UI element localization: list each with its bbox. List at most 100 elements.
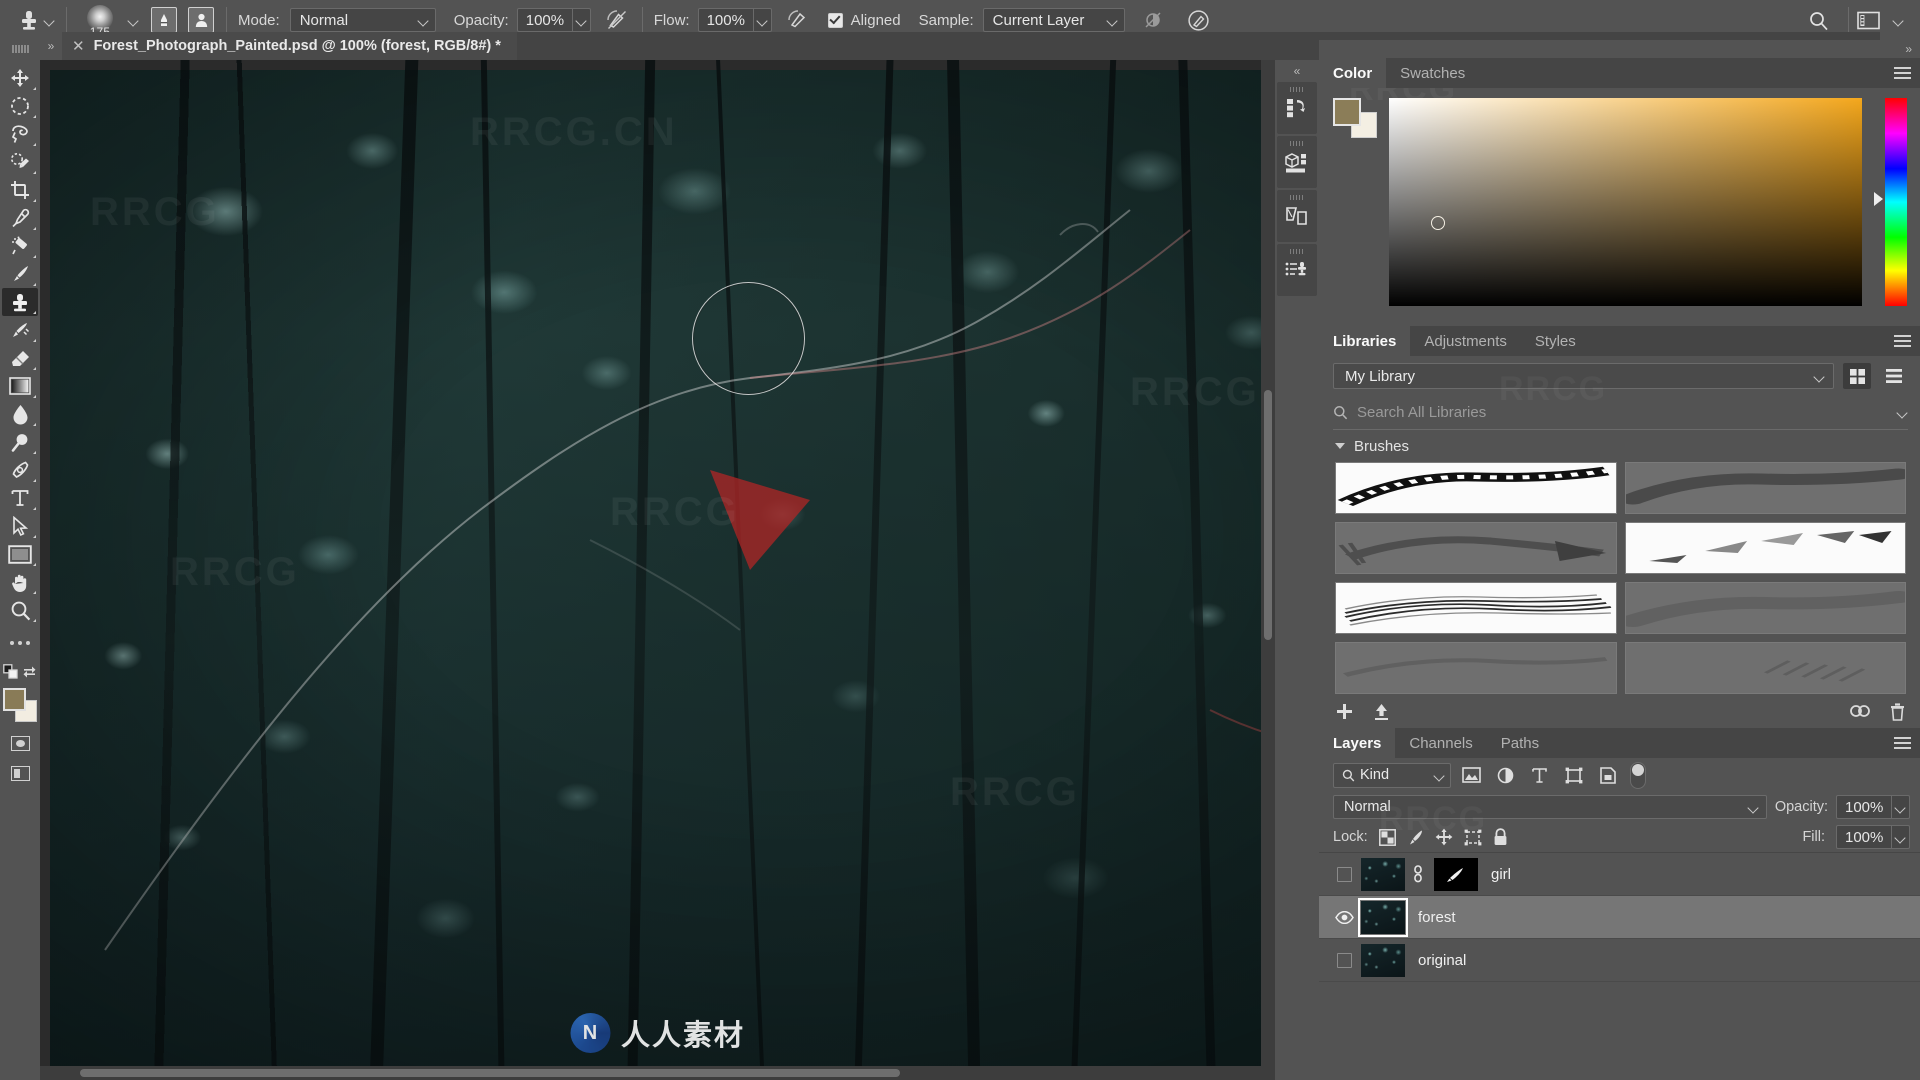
brush-thumb-3[interactable] bbox=[1335, 522, 1617, 574]
table-row[interactable]: original bbox=[1319, 939, 1920, 982]
collapse-panels-icon[interactable]: « bbox=[1275, 60, 1319, 82]
library-select[interactable]: My Library bbox=[1333, 363, 1834, 389]
dodge-tool[interactable] bbox=[2, 428, 38, 456]
brush-settings-panel-button[interactable] bbox=[150, 6, 178, 34]
tab-styles[interactable]: Styles bbox=[1520, 326, 1590, 356]
color-field[interactable] bbox=[1389, 98, 1862, 306]
hue-slider[interactable] bbox=[1874, 98, 1908, 306]
hand-tool[interactable] bbox=[2, 568, 38, 596]
link-layers-icon[interactable] bbox=[1410, 865, 1426, 883]
eraser-tool[interactable] bbox=[2, 344, 38, 372]
layer-visibility-toggle[interactable] bbox=[1327, 952, 1361, 968]
panel-menu-icon[interactable] bbox=[1894, 737, 1911, 749]
history-brush-tool[interactable] bbox=[2, 316, 38, 344]
flow-chevron-down-icon[interactable] bbox=[752, 9, 771, 31]
tab-channels[interactable]: Channels bbox=[1395, 728, 1487, 758]
tab-layers[interactable]: Layers bbox=[1319, 728, 1396, 758]
clone-source-panel-button[interactable] bbox=[1277, 244, 1317, 296]
hue-slider-handle[interactable] bbox=[1874, 192, 1883, 206]
vertical-scrollbar[interactable] bbox=[1261, 60, 1275, 1080]
history-panel-button[interactable] bbox=[1277, 82, 1317, 134]
document-tab[interactable]: ✕ Forest_Photograph_Painted.psd @ 100% (… bbox=[62, 32, 517, 60]
opacity-chevron-down-icon[interactable] bbox=[572, 9, 590, 31]
sample-select[interactable]: Current Layer bbox=[982, 8, 1125, 32]
filter-smart-object-icon[interactable] bbox=[1594, 763, 1621, 788]
close-icon[interactable]: ✕ bbox=[72, 37, 85, 55]
add-content-icon[interactable] bbox=[1335, 702, 1354, 721]
3d-panel-button[interactable] bbox=[1277, 136, 1317, 188]
airbrush-icon[interactable] bbox=[784, 6, 812, 34]
share-link-icon[interactable] bbox=[1849, 702, 1871, 720]
active-tool-icon[interactable] bbox=[14, 6, 44, 34]
brushes-section-header[interactable]: Brushes bbox=[1319, 430, 1920, 462]
foreground-background-color-swatches[interactable] bbox=[3, 688, 37, 722]
filter-pixel-icon[interactable] bbox=[1458, 763, 1485, 788]
elliptical-marquee-tool[interactable] bbox=[2, 92, 38, 120]
layer-visibility-toggle[interactable] bbox=[1327, 866, 1361, 882]
layer-thumbnail[interactable] bbox=[1358, 897, 1408, 937]
workspace-switcher-icon[interactable] bbox=[1855, 6, 1883, 34]
layer-name[interactable]: original bbox=[1418, 952, 1466, 969]
eyedropper-tool[interactable] bbox=[2, 204, 38, 232]
libraries-search-row[interactable]: Search All Libraries bbox=[1333, 396, 1908, 430]
brush-thumb-1[interactable] bbox=[1335, 462, 1617, 514]
filter-type-icon[interactable] bbox=[1526, 763, 1553, 788]
color-picker-marker[interactable] bbox=[1431, 216, 1445, 230]
filter-adjustment-icon[interactable] bbox=[1492, 763, 1519, 788]
layer-thumbnail[interactable] bbox=[1361, 857, 1405, 891]
pen-tool[interactable] bbox=[2, 456, 38, 484]
rectangle-tool[interactable] bbox=[2, 540, 38, 568]
layer-visibility-toggle[interactable] bbox=[1327, 910, 1361, 924]
canvas-area[interactable]: RRCG RRCG.CN RRCG RRCG RRCG RRCG N 人人素材 bbox=[40, 60, 1275, 1080]
foreground-color-swatch[interactable] bbox=[1333, 98, 1361, 126]
tab-color[interactable]: Color bbox=[1319, 58, 1387, 88]
brush-thumb-4[interactable] bbox=[1624, 522, 1906, 574]
quick-selection-tool[interactable] bbox=[2, 148, 38, 176]
pressure-opacity-icon[interactable] bbox=[603, 6, 631, 34]
filter-shape-icon[interactable] bbox=[1560, 763, 1587, 788]
brush-thumb-8[interactable] bbox=[1624, 642, 1906, 694]
ignore-adjustment-layers-icon[interactable] bbox=[1139, 6, 1167, 34]
upload-icon[interactable] bbox=[1372, 702, 1391, 721]
layer-name[interactable]: girl bbox=[1491, 866, 1511, 883]
brush-thumb-2[interactable] bbox=[1624, 462, 1906, 514]
opacity-input[interactable]: 100% bbox=[516, 8, 591, 32]
lasso-tool[interactable] bbox=[2, 120, 38, 148]
layer-opacity-input[interactable]: 100% bbox=[1836, 795, 1910, 819]
layer-blend-mode-select[interactable]: Normal bbox=[1333, 795, 1767, 819]
horizontal-scrollbar[interactable] bbox=[40, 1066, 1275, 1080]
search-icon[interactable] bbox=[1804, 6, 1832, 34]
lock-all-icon[interactable] bbox=[1493, 828, 1508, 846]
clone-source-panel-button[interactable] bbox=[187, 6, 215, 34]
lock-transparent-pixels-icon[interactable] bbox=[1378, 828, 1396, 846]
flow-input[interactable]: 100% bbox=[697, 8, 772, 32]
vertical-scrollbar-thumb[interactable] bbox=[1264, 390, 1272, 640]
grid-view-icon[interactable] bbox=[1843, 363, 1871, 389]
toolbar-grip-icon[interactable] bbox=[12, 45, 29, 54]
workspace-chevron-down-icon[interactable] bbox=[1893, 15, 1904, 26]
layer-mask-thumbnail[interactable] bbox=[1434, 857, 1478, 891]
layer-opacity-chevron-down-icon[interactable] bbox=[1891, 796, 1909, 818]
brush-preset-chevron-down-icon[interactable] bbox=[128, 15, 139, 26]
filter-kind-select[interactable]: Kind bbox=[1333, 762, 1451, 788]
lock-position-icon[interactable] bbox=[1435, 828, 1453, 846]
foreground-color-swatch[interactable] bbox=[3, 688, 26, 711]
paths-panel-button[interactable] bbox=[1277, 190, 1317, 242]
filter-enable-toggle[interactable] bbox=[1630, 761, 1646, 789]
horizontal-scrollbar-thumb[interactable] bbox=[80, 1069, 900, 1077]
tool-preset-chevron-down-icon[interactable] bbox=[44, 15, 55, 26]
brush-thumb-7[interactable] bbox=[1335, 642, 1617, 694]
panel-menu-icon[interactable] bbox=[1894, 335, 1911, 347]
layer-thumbnail[interactable] bbox=[1361, 943, 1405, 977]
brush-thumb-5[interactable] bbox=[1335, 582, 1617, 634]
expand-panels-icon[interactable]: » bbox=[40, 32, 62, 60]
aligned-checkbox[interactable] bbox=[827, 12, 843, 28]
zoom-tool[interactable] bbox=[2, 596, 38, 624]
spot-healing-brush-tool[interactable] bbox=[2, 232, 38, 260]
layer-fill-input[interactable]: 100% bbox=[1836, 825, 1910, 849]
pressure-size-icon[interactable] bbox=[1185, 6, 1213, 34]
crop-tool[interactable] bbox=[2, 176, 38, 204]
chevron-down-icon[interactable] bbox=[1897, 407, 1908, 418]
list-view-icon[interactable] bbox=[1880, 363, 1908, 389]
move-tool[interactable] bbox=[2, 64, 38, 92]
